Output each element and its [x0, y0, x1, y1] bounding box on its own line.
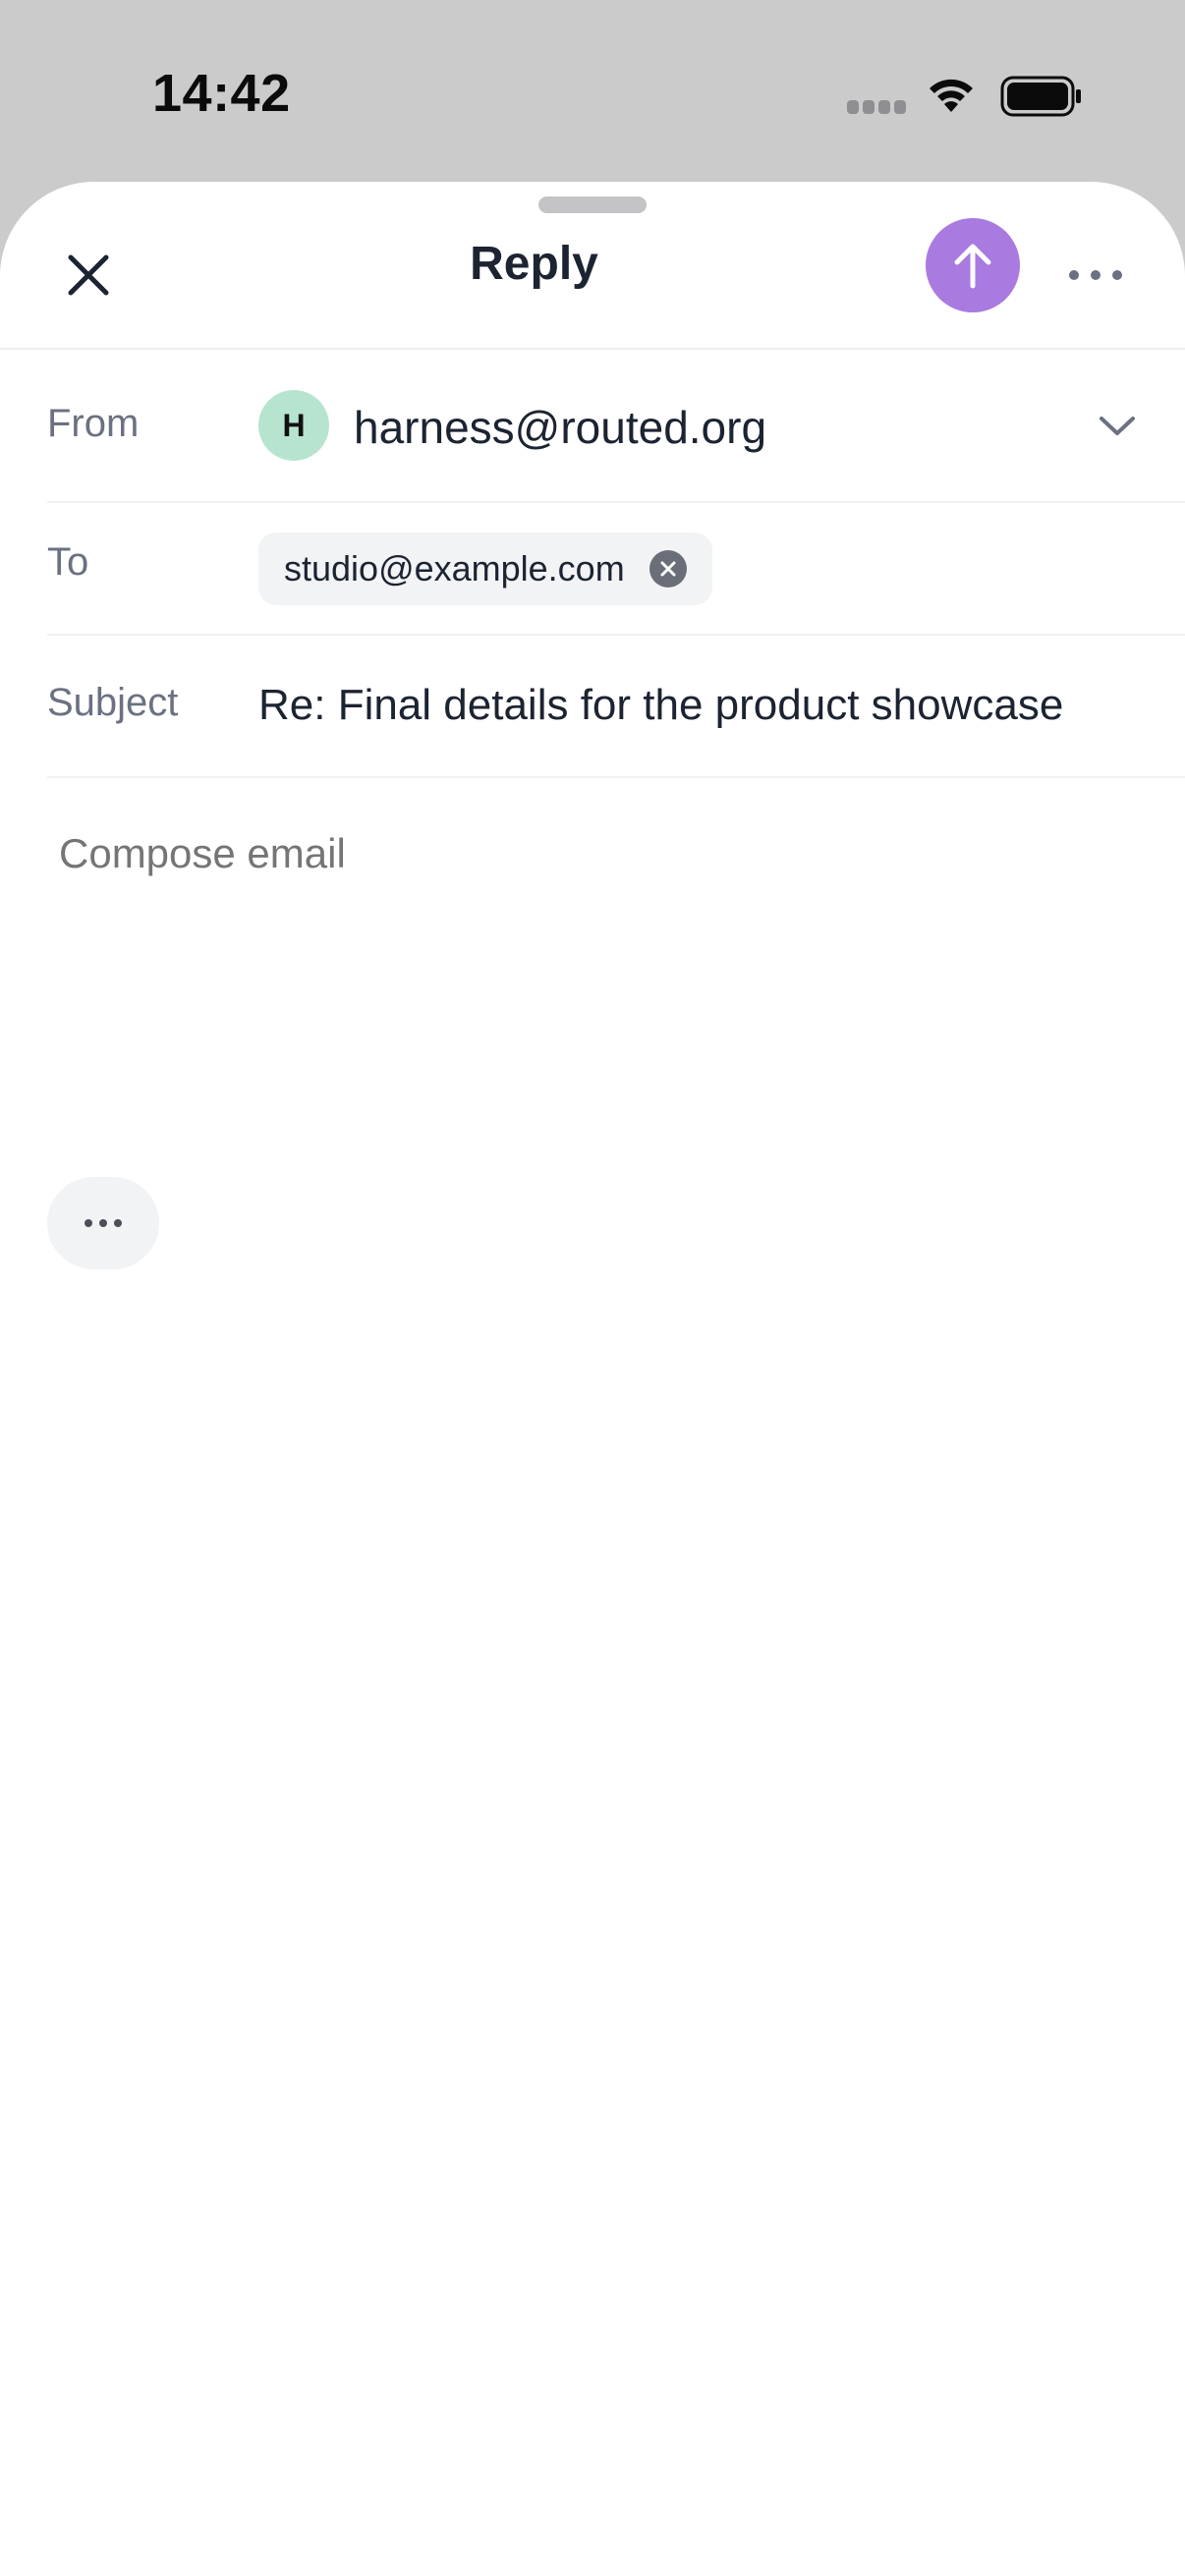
reply-sheet: Reply From H harness@routed.org To studi… — [0, 182, 1185, 2576]
more-horizontal-icon — [85, 1219, 122, 1227]
to-row[interactable]: To studio@example.com — [0, 503, 1185, 636]
more-options-button[interactable] — [1061, 236, 1130, 314]
subject-row[interactable]: Subject Re: Final details for the produc… — [0, 636, 1185, 778]
wifi-icon — [930, 79, 973, 112]
signal-icon — [847, 100, 906, 114]
recipient-chip-text: studio@example.com — [284, 548, 625, 588]
page-title: Reply — [470, 238, 598, 290]
avatar: H — [258, 390, 329, 461]
status-bar: 14:42 — [0, 0, 1185, 187]
send-button[interactable] — [926, 218, 1020, 312]
subject-label: Subject — [47, 681, 179, 724]
battery-icon — [1000, 76, 1081, 117]
formatting-more-button[interactable] — [47, 1177, 159, 1269]
compose-body-input[interactable] — [59, 830, 1140, 1125]
more-horizontal-icon — [1069, 270, 1122, 280]
arrow-up-icon — [954, 244, 991, 289]
subject-field[interactable]: Re: Final details for the product showca… — [258, 681, 1063, 730]
from-address: harness@routed.org — [354, 402, 767, 453]
status-time: 14:42 — [152, 64, 291, 123]
remove-recipient-button[interactable] — [649, 550, 687, 588]
row-divider — [47, 776, 1185, 778]
from-label: From — [47, 402, 140, 445]
close-icon — [660, 561, 676, 577]
to-label: To — [47, 540, 89, 584]
chevron-down-icon[interactable] — [1096, 411, 1139, 440]
recipient-chip[interactable]: studio@example.com — [258, 532, 712, 605]
sheet-header: Reply — [0, 182, 1185, 349]
from-row[interactable]: From H harness@routed.org — [0, 350, 1185, 503]
